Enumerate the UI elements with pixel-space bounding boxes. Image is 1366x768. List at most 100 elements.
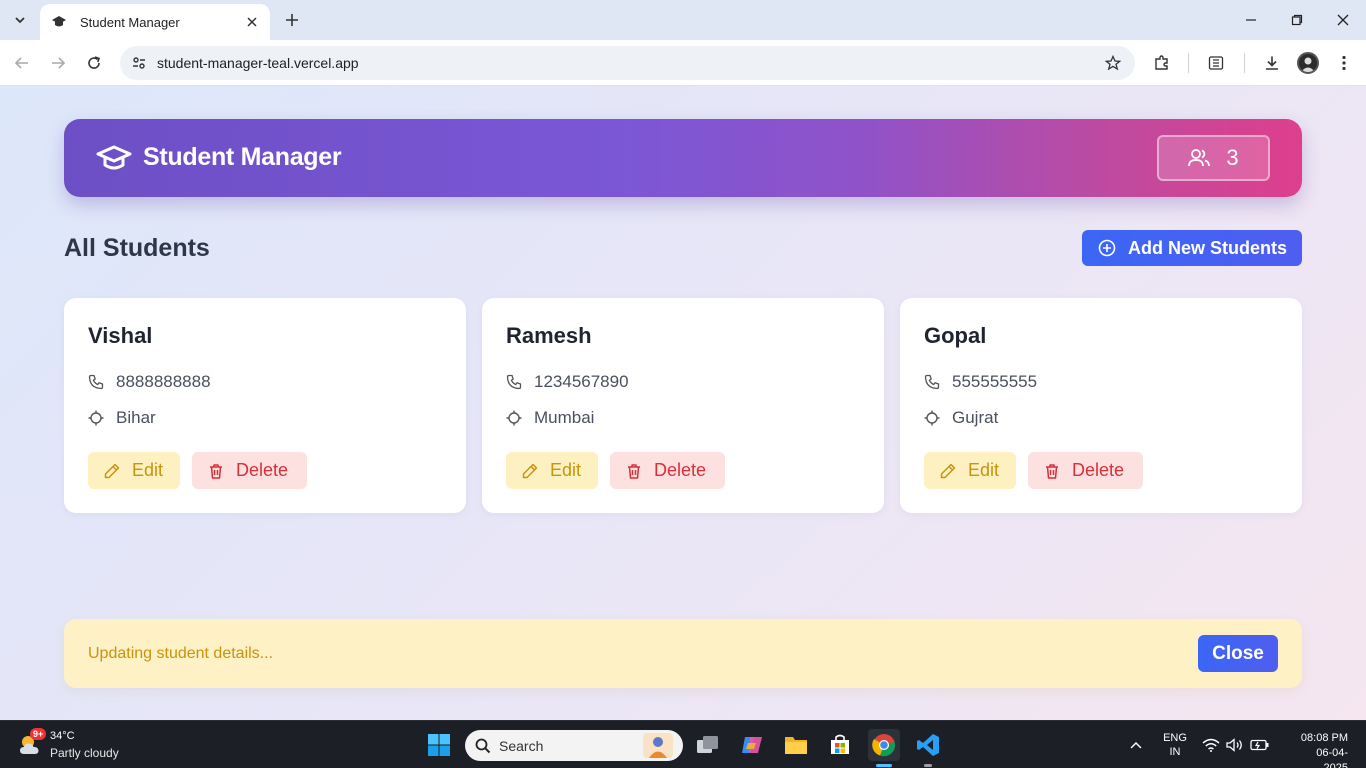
tab-title: Student Manager <box>80 14 180 30</box>
task-view-icon <box>697 736 718 753</box>
forward-button[interactable] <box>44 49 72 77</box>
browser-tab-active[interactable]: Student Manager <box>40 4 270 40</box>
volume-status[interactable] <box>1224 721 1246 768</box>
delete-button[interactable]: Delete <box>192 452 307 489</box>
student-location-row: Bihar <box>88 408 156 428</box>
reload-button[interactable] <box>80 49 108 77</box>
vscode-taskbar-button[interactable] <box>912 729 944 761</box>
student-location: Gujrat <box>952 408 999 427</box>
system-clock[interactable]: 08:08 PM 06-04-2025 <box>1296 731 1348 768</box>
weather-alert-badge: 9+ <box>30 728 47 740</box>
weather-condition: Partly cloudy <box>50 746 119 760</box>
bookmark-star-icon[interactable] <box>1103 53 1123 73</box>
crosshair-icon <box>506 410 522 426</box>
student-phone: 1234567890 <box>534 372 629 391</box>
task-view-button[interactable] <box>692 729 724 761</box>
crosshair-icon <box>88 410 104 426</box>
graduation-cap-favicon-icon <box>50 13 68 31</box>
student-phone-row: 1234567890 <box>506 372 629 392</box>
new-tab-button[interactable] <box>280 8 304 32</box>
student-phone: 555555555 <box>952 372 1038 391</box>
phone-icon <box>88 374 104 390</box>
app-header: Student Manager 3 <box>64 119 1302 197</box>
browser-toolbar: student-manager-teal.vercel.app <box>0 40 1366 86</box>
clock-time: 08:08 PM <box>1300 732 1348 744</box>
arrow-left-icon <box>14 57 28 69</box>
weather-widget[interactable]: 9+ 34°C Partly cloudy <box>16 728 146 764</box>
toast-message: Updating student details... <box>88 645 274 662</box>
restore-button[interactable] <box>1274 0 1320 40</box>
downloads-button[interactable] <box>1258 49 1286 77</box>
side-panel-icon <box>1208 56 1224 70</box>
chrome-taskbar-button[interactable] <box>868 729 900 761</box>
student-name: Ramesh <box>506 323 592 348</box>
store-icon <box>831 734 849 754</box>
copilot-button[interactable] <box>736 729 768 761</box>
folder-icon <box>785 737 807 754</box>
site-info-icon[interactable] <box>122 46 156 80</box>
student-location-row: Mumbai <box>506 408 594 428</box>
minimize-icon <box>1246 19 1256 21</box>
copilot-icon <box>742 737 762 753</box>
delete-button[interactable]: Delete <box>1028 452 1143 489</box>
reading-list-button[interactable] <box>1202 49 1230 77</box>
start-button[interactable] <box>423 729 455 761</box>
student-name: Gopal <box>924 323 987 348</box>
vscode-open-indicator <box>924 764 932 767</box>
edit-label: Edit <box>968 460 1000 480</box>
chrome-icon <box>872 734 895 757</box>
delete-label: Delete <box>654 460 707 480</box>
windows-logo-icon <box>428 734 450 756</box>
student-location: Mumbai <box>534 408 595 427</box>
microsoft-store-button[interactable] <box>824 729 856 761</box>
battery-charging-icon <box>1250 739 1269 751</box>
back-button[interactable] <box>8 49 36 77</box>
minimize-button[interactable] <box>1228 0 1274 40</box>
close-icon <box>1337 14 1349 26</box>
student-card: Vishal 8888888888 Bihar Edit Delete <box>64 298 466 513</box>
extensions-button[interactable] <box>1148 49 1176 77</box>
language-indicator[interactable]: ENG IN <box>1160 731 1190 759</box>
battery-status[interactable] <box>1248 721 1272 768</box>
search-icon <box>475 738 491 753</box>
wifi-status[interactable] <box>1200 721 1222 768</box>
trash-icon <box>210 463 222 479</box>
tab-search-button[interactable] <box>6 7 34 33</box>
url-text[interactable]: student-manager-teal.vercel.app <box>157 55 359 71</box>
arrow-right-icon <box>52 57 66 69</box>
add-new-students-button[interactable]: Add New Students <box>1082 230 1302 266</box>
more-vertical-icon <box>1342 55 1346 71</box>
browser-menu-button[interactable] <box>1330 49 1358 77</box>
windows-taskbar: 9+ 34°C Partly cloudy Search ENG IN 08:0… <box>0 720 1366 768</box>
crosshair-icon <box>924 410 940 426</box>
toast-close-button[interactable]: Close <box>1198 635 1278 672</box>
student-count-value: 3 <box>1226 145 1239 170</box>
delete-label: Delete <box>1072 460 1125 480</box>
trash-icon <box>1046 463 1058 479</box>
taskbar-search[interactable]: Search <box>465 730 683 761</box>
reload-icon <box>88 56 101 69</box>
clock-date: 06-04-2025 <box>1316 747 1348 768</box>
language-code: ENG <box>1163 732 1187 744</box>
show-hidden-icons-button[interactable] <box>1126 721 1146 768</box>
tab-close-icon[interactable] <box>244 14 260 30</box>
profile-avatar[interactable] <box>1297 52 1319 74</box>
pencil-icon <box>104 463 120 478</box>
edit-button[interactable]: Edit <box>88 452 180 489</box>
status-toast: Updating student details... Close <box>64 619 1302 688</box>
address-bar[interactable]: student-manager-teal.vercel.app <box>120 46 1135 80</box>
app-page: Student Manager 3 All Students Add New S… <box>0 86 1366 720</box>
edit-button[interactable]: Edit <box>506 452 598 489</box>
edit-label: Edit <box>132 460 164 480</box>
speaker-icon <box>1226 738 1242 752</box>
edit-button[interactable]: Edit <box>924 452 1016 489</box>
file-explorer-button[interactable] <box>780 729 812 761</box>
chevron-up-icon <box>1130 741 1142 749</box>
section-title: All Students <box>64 234 210 262</box>
student-phone-row: 8888888888 <box>88 372 211 392</box>
add-new-students-label: Add New Students <box>1128 237 1288 258</box>
student-count-badge: 3 <box>1157 135 1270 181</box>
close-window-button[interactable] <box>1320 0 1366 40</box>
wifi-icon <box>1202 738 1220 752</box>
delete-button[interactable]: Delete <box>610 452 725 489</box>
